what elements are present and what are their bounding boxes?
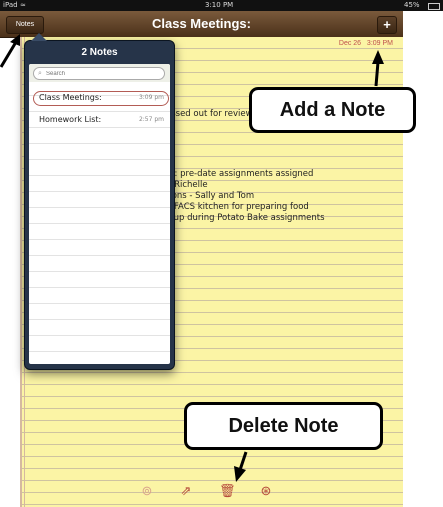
arrow-to-add-head bbox=[372, 50, 384, 64]
arrow-to-delete-head bbox=[234, 466, 246, 482]
arrow-to-delete-line bbox=[238, 451, 248, 471]
delete-note-callout: Delete Note bbox=[184, 402, 383, 450]
ipad-screen: iPad ≈ 3:10 PM 45% Notes Class Meetings:… bbox=[0, 0, 443, 507]
arrow-to-add-line bbox=[374, 61, 380, 87]
arrow-to-notes-line bbox=[0, 41, 18, 68]
add-note-callout: Add a Note bbox=[249, 87, 416, 133]
